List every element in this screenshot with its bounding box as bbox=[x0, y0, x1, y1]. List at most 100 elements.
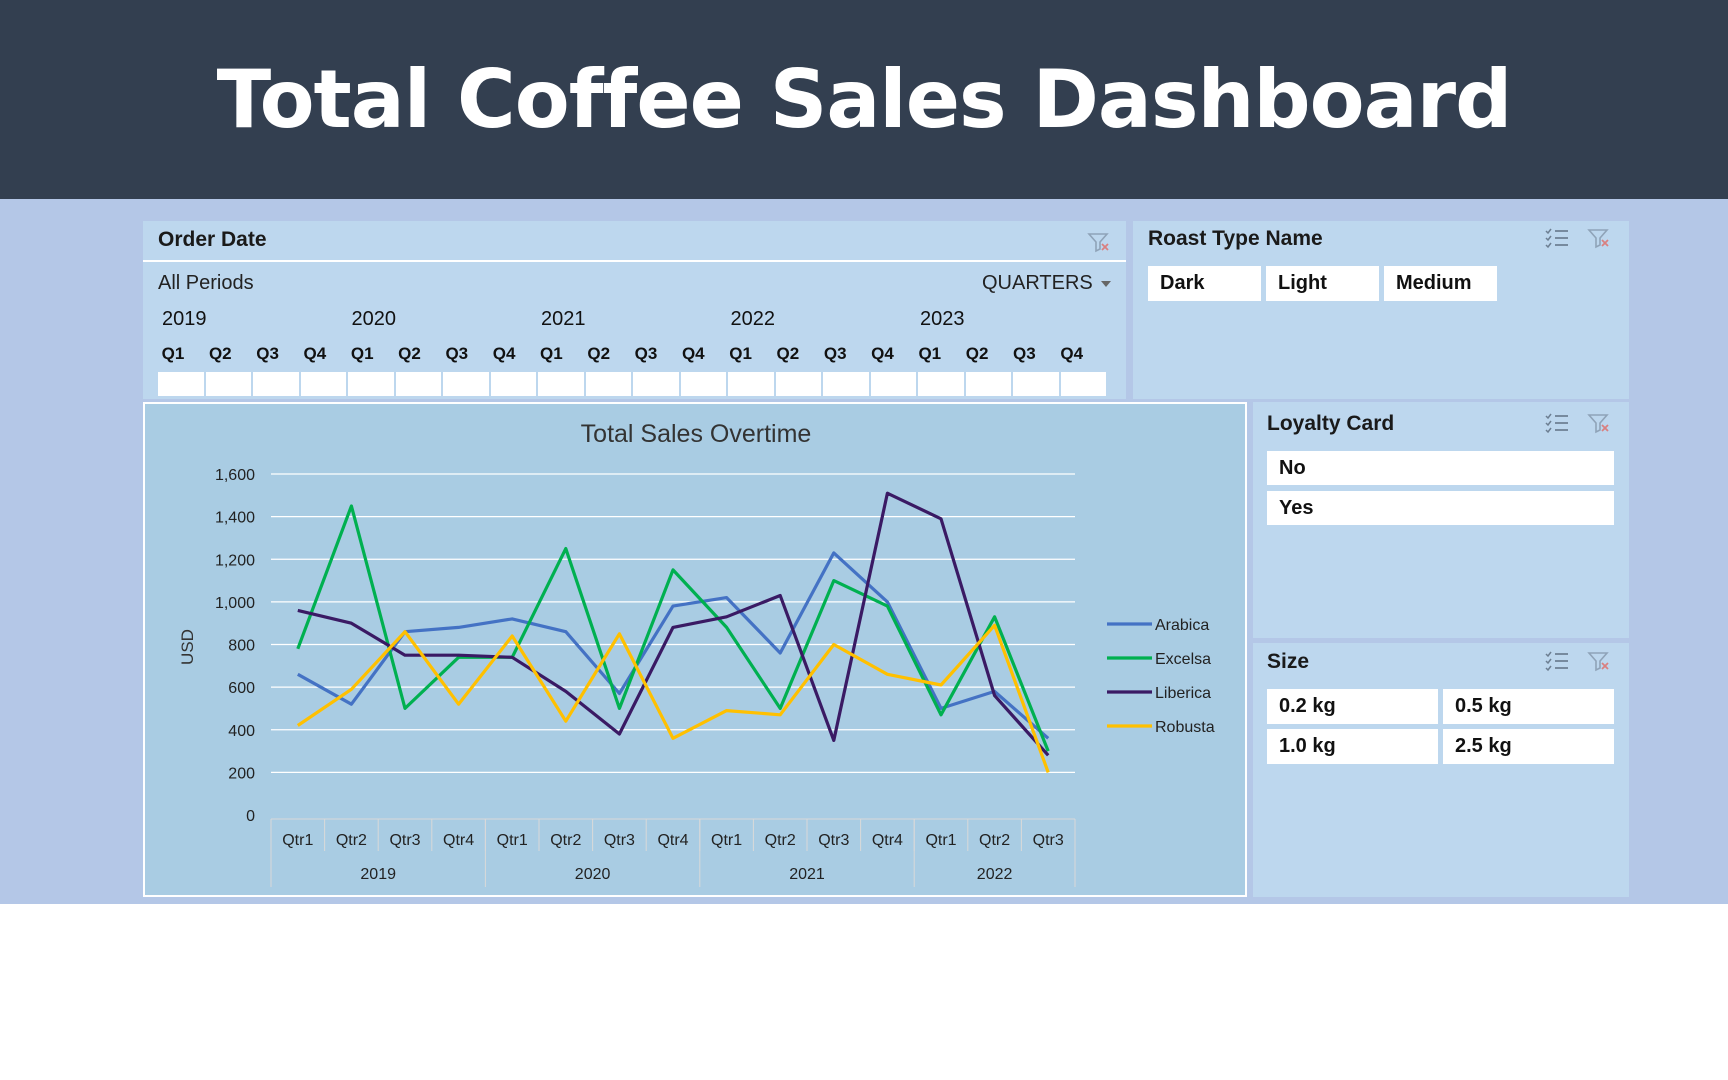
title-bar: Total Coffee Sales Dashboard bbox=[0, 0, 1728, 199]
timeline-cell[interactable] bbox=[1060, 372, 1106, 396]
y-tick-label: 1,600 bbox=[215, 467, 255, 484]
x-tick-label: Qtr1 bbox=[497, 832, 528, 849]
timeline-cell[interactable] bbox=[443, 372, 489, 396]
x-tick-label: Qtr1 bbox=[282, 832, 313, 849]
timeline-cell[interactable] bbox=[775, 372, 821, 396]
dashboard-title: Total Coffee Sales Dashboard bbox=[216, 53, 1513, 146]
timeline-quarter-label[interactable]: Q3 bbox=[245, 344, 291, 364]
order-date-divider bbox=[143, 260, 1126, 262]
timeline-quarter-label[interactable]: Q2 bbox=[387, 344, 433, 364]
timeline-quarter-label[interactable]: Q4 bbox=[1049, 344, 1095, 364]
clear-filter-icon[interactable] bbox=[1586, 649, 1612, 673]
timeline-cell[interactable] bbox=[1013, 372, 1059, 396]
x-tick-label: Qtr3 bbox=[389, 832, 420, 849]
x-tick-label: Qtr2 bbox=[550, 832, 581, 849]
y-tick-label: 1,200 bbox=[215, 552, 255, 569]
total-sales-line-chart: Total Sales Overtime USD 0 200 400 600 800 1,… bbox=[178, 420, 1215, 887]
roast-light-button[interactable]: Light bbox=[1266, 266, 1379, 301]
clear-filter-icon[interactable] bbox=[1086, 230, 1112, 254]
timeline-cell[interactable] bbox=[965, 372, 1011, 396]
multi-select-icon[interactable] bbox=[1544, 226, 1570, 250]
timeline-cell[interactable] bbox=[870, 372, 916, 396]
y-tick-label: 600 bbox=[228, 680, 255, 697]
series-line-arabica bbox=[297, 551, 1050, 740]
clear-filter-icon[interactable] bbox=[1586, 226, 1612, 250]
timeline-quarter-label[interactable]: Q3 bbox=[623, 344, 669, 364]
loyalty-yes-button[interactable]: Yes bbox=[1267, 491, 1614, 525]
size-0-5kg-button[interactable]: 0.5 kg bbox=[1443, 689, 1614, 724]
timeline-quarter-label[interactable]: Q1 bbox=[528, 344, 574, 364]
timeline-quarter-label[interactable]: Q1 bbox=[150, 344, 196, 364]
x-tick-label: Qtr2 bbox=[336, 832, 367, 849]
series-line-liberica bbox=[297, 491, 1050, 757]
size-0-2kg-button[interactable]: 0.2 kg bbox=[1267, 689, 1438, 724]
timeline-track[interactable] bbox=[158, 372, 1106, 396]
timeline-cell[interactable] bbox=[205, 372, 251, 396]
roast-medium-button[interactable]: Medium bbox=[1384, 266, 1497, 301]
timeline-cell[interactable] bbox=[158, 372, 204, 396]
size-header: Size bbox=[1267, 650, 1310, 673]
x-tick-label: Qtr2 bbox=[979, 832, 1010, 849]
x-year-group-label: 2020 bbox=[575, 866, 611, 883]
timeline-quarter-label[interactable]: Q4 bbox=[670, 344, 716, 364]
timeline-quarter-label[interactable]: Q4 bbox=[860, 344, 906, 364]
y-tick-label: 800 bbox=[228, 638, 255, 655]
timeline-quarter-label[interactable]: Q3 bbox=[1001, 344, 1047, 364]
x-tick-label: Qtr3 bbox=[604, 832, 635, 849]
timeline-cell[interactable] bbox=[585, 372, 631, 396]
x-year-group-label: 2022 bbox=[977, 866, 1013, 883]
timeline-cell[interactable] bbox=[490, 372, 536, 396]
timeline-quarter-label[interactable]: Q4 bbox=[292, 344, 338, 364]
legend-label: Liberica bbox=[1155, 685, 1211, 702]
timeline-cell[interactable] bbox=[395, 372, 441, 396]
x-year-group-label: 2021 bbox=[789, 866, 825, 883]
timeline-quarter-label[interactable]: Q2 bbox=[954, 344, 1000, 364]
timeline-cell[interactable] bbox=[348, 372, 394, 396]
x-tick-label: Qtr4 bbox=[657, 832, 688, 849]
y-tick-label: 1,000 bbox=[215, 595, 255, 612]
timeline-quarter-label[interactable]: Q4 bbox=[481, 344, 527, 364]
y-tick-label: 200 bbox=[228, 765, 255, 782]
timeline-quarter-label[interactable]: Q2 bbox=[576, 344, 622, 364]
size-1-0kg-button[interactable]: 1.0 kg bbox=[1267, 729, 1438, 764]
x-tick-label: Qtr1 bbox=[925, 832, 956, 849]
timeline-quarter-label[interactable]: Q1 bbox=[339, 344, 385, 364]
y-tick-label: 1,400 bbox=[215, 510, 255, 527]
clear-filter-icon[interactable] bbox=[1586, 411, 1612, 435]
legend-label: Excelsa bbox=[1155, 651, 1211, 668]
timeline-quarter-label[interactable]: Q1 bbox=[907, 344, 953, 364]
timeline-cell[interactable] bbox=[253, 372, 299, 396]
x-tick-label: Qtr1 bbox=[711, 832, 742, 849]
timeline-cell[interactable] bbox=[300, 372, 346, 396]
multi-select-icon[interactable] bbox=[1544, 649, 1570, 673]
timeline-quarter-label[interactable]: Q3 bbox=[434, 344, 480, 364]
timeline-year-label: 2020 bbox=[351, 308, 397, 330]
timeline-cell[interactable] bbox=[633, 372, 679, 396]
x-tick-label: Qtr4 bbox=[443, 832, 474, 849]
size-2-5kg-button[interactable]: 2.5 kg bbox=[1443, 729, 1614, 764]
loyalty-card-header: Loyalty Card bbox=[1267, 412, 1395, 435]
chart-title: Total Sales Overtime bbox=[581, 420, 812, 448]
multi-select-icon[interactable] bbox=[1544, 411, 1570, 435]
all-periods-label: All Periods bbox=[158, 272, 254, 294]
timeline-cell[interactable] bbox=[538, 372, 584, 396]
timeline-year-label: 2023 bbox=[920, 308, 965, 330]
period-level-select[interactable]: QUARTERS bbox=[982, 272, 1111, 295]
timeline-cell[interactable] bbox=[680, 372, 726, 396]
size-slicer bbox=[1253, 643, 1629, 897]
y-axis-label: USD bbox=[178, 629, 197, 665]
roast-dark-button[interactable]: Dark bbox=[1148, 266, 1261, 301]
timeline-year-label: 2021 bbox=[541, 308, 586, 330]
loyalty-no-button[interactable]: No bbox=[1267, 451, 1614, 485]
timeline-quarter-label[interactable]: Q2 bbox=[197, 344, 243, 364]
timeline-cell[interactable] bbox=[918, 372, 964, 396]
legend-label: Robusta bbox=[1155, 719, 1215, 736]
timeline-quarter-label[interactable]: Q3 bbox=[812, 344, 858, 364]
y-tick-label: 0 bbox=[246, 808, 255, 825]
timeline-cell[interactable] bbox=[823, 372, 869, 396]
x-year-group-label: 2019 bbox=[360, 866, 396, 883]
timeline-cell[interactable] bbox=[728, 372, 774, 396]
timeline-quarter-label[interactable]: Q1 bbox=[718, 344, 764, 364]
timeline-year-label: 2022 bbox=[730, 308, 776, 330]
timeline-quarter-label[interactable]: Q2 bbox=[765, 344, 811, 364]
